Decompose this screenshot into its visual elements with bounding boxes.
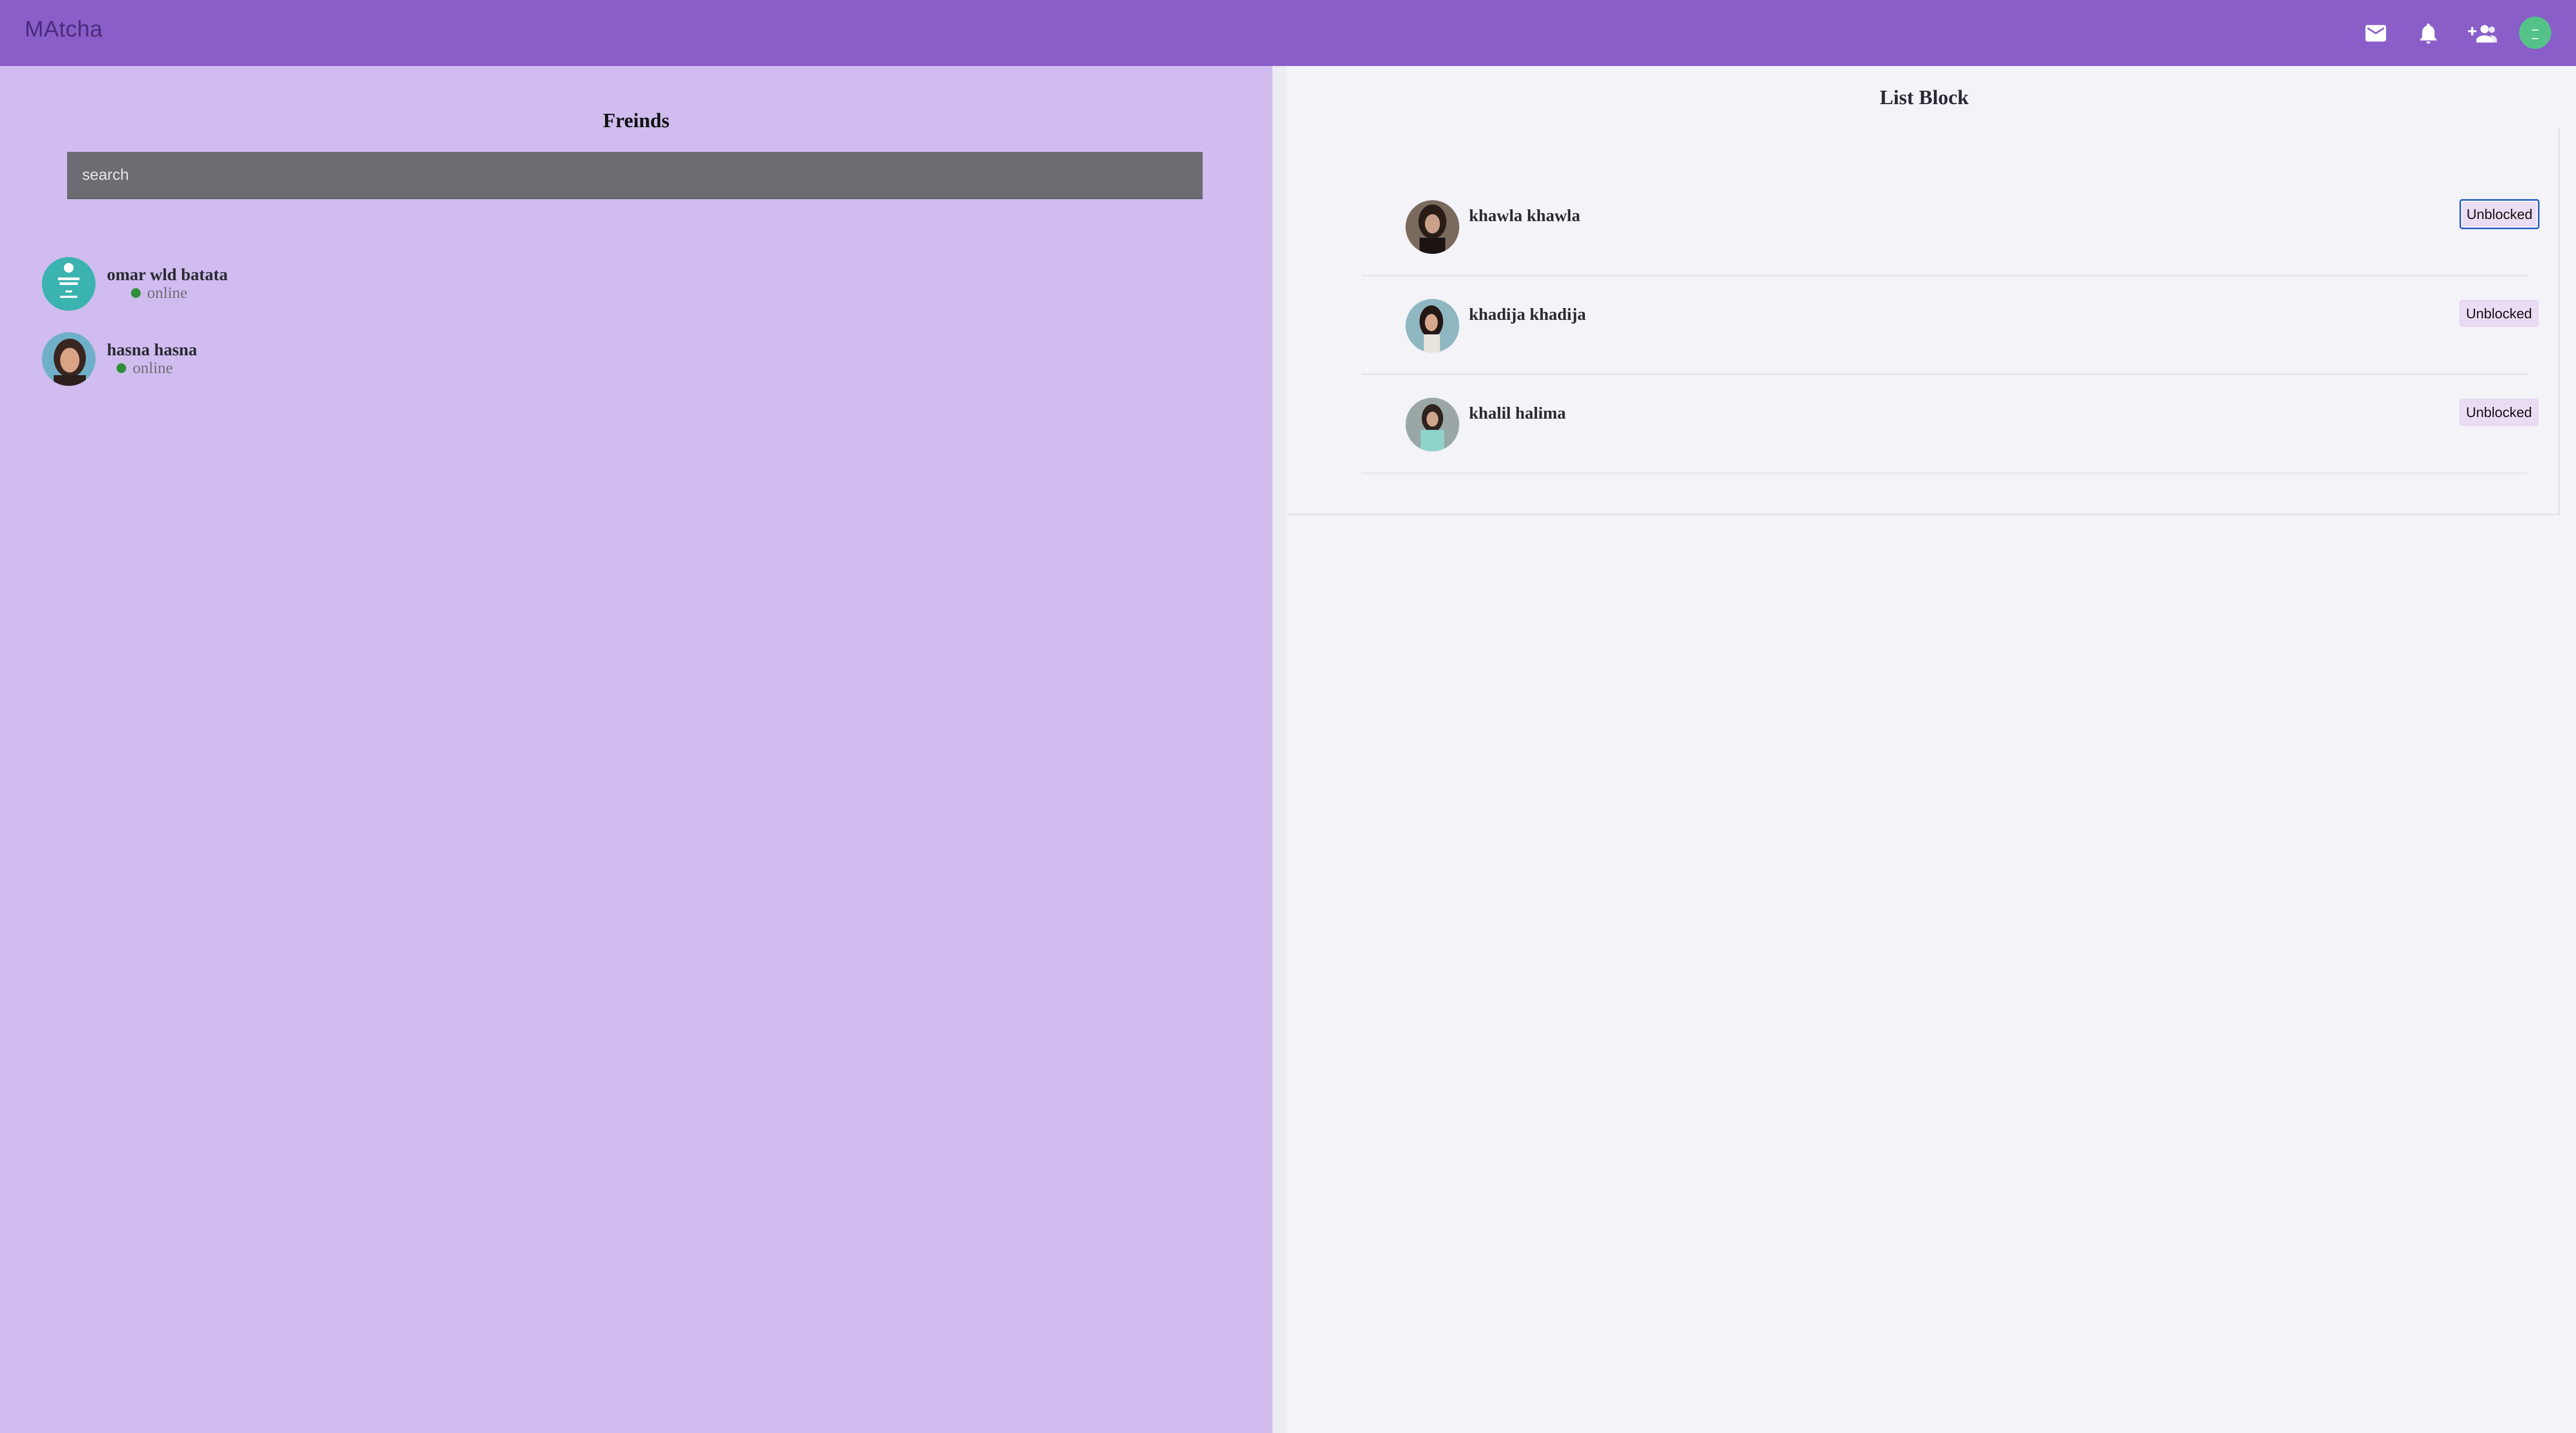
friend-status: online bbox=[131, 284, 187, 302]
friend-name: hasna hasna bbox=[107, 340, 198, 359]
search-input[interactable] bbox=[67, 152, 1203, 199]
avatar bbox=[1406, 200, 1459, 254]
top-app-bar: MAtcha bbox=[0, 0, 2576, 66]
friends-panel: Freinds omar wld batata online bbox=[0, 66, 1272, 1433]
unblock-button[interactable]: Unblocked bbox=[2459, 199, 2539, 229]
blocked-user-name: khadija khadija bbox=[1469, 304, 1586, 324]
bell-icon[interactable] bbox=[2414, 19, 2443, 48]
online-dot-icon bbox=[117, 363, 126, 373]
avatar[interactable] bbox=[2519, 17, 2551, 49]
blocked-user-row: khawla khawla Unblocked bbox=[1362, 178, 2539, 276]
avatar bbox=[42, 257, 96, 311]
blocked-user-row: khalil halima Unblocked bbox=[1362, 375, 2538, 474]
blocked-user-name: khawla khawla bbox=[1469, 206, 1581, 225]
block-list-title: List Block bbox=[1880, 86, 1969, 109]
avatar bbox=[42, 332, 96, 386]
online-dot-icon bbox=[131, 288, 141, 298]
friend-name: omar wld batata bbox=[107, 265, 228, 284]
friend-item[interactable]: hasna hasna online bbox=[42, 332, 418, 388]
app-brand[interactable]: MAtcha bbox=[25, 16, 103, 42]
top-actions bbox=[2351, 0, 2576, 66]
group-add-icon[interactable] bbox=[2464, 19, 2499, 48]
unblock-button[interactable]: Unblocked bbox=[2459, 399, 2538, 426]
unblock-button[interactable]: Unblocked bbox=[2459, 300, 2538, 327]
status-label: online bbox=[133, 359, 173, 377]
friend-item[interactable]: omar wld batata online bbox=[42, 257, 418, 313]
status-label: online bbox=[147, 284, 187, 302]
avatar bbox=[1406, 398, 1459, 451]
mail-icon[interactable] bbox=[2361, 19, 2390, 48]
friend-status: online bbox=[117, 359, 173, 377]
friends-title: Freinds bbox=[603, 109, 670, 132]
blocked-user-name: khalil halima bbox=[1469, 403, 1566, 422]
blocked-user-row: khadija khadija Unblocked bbox=[1362, 276, 2538, 375]
avatar bbox=[1406, 299, 1459, 353]
